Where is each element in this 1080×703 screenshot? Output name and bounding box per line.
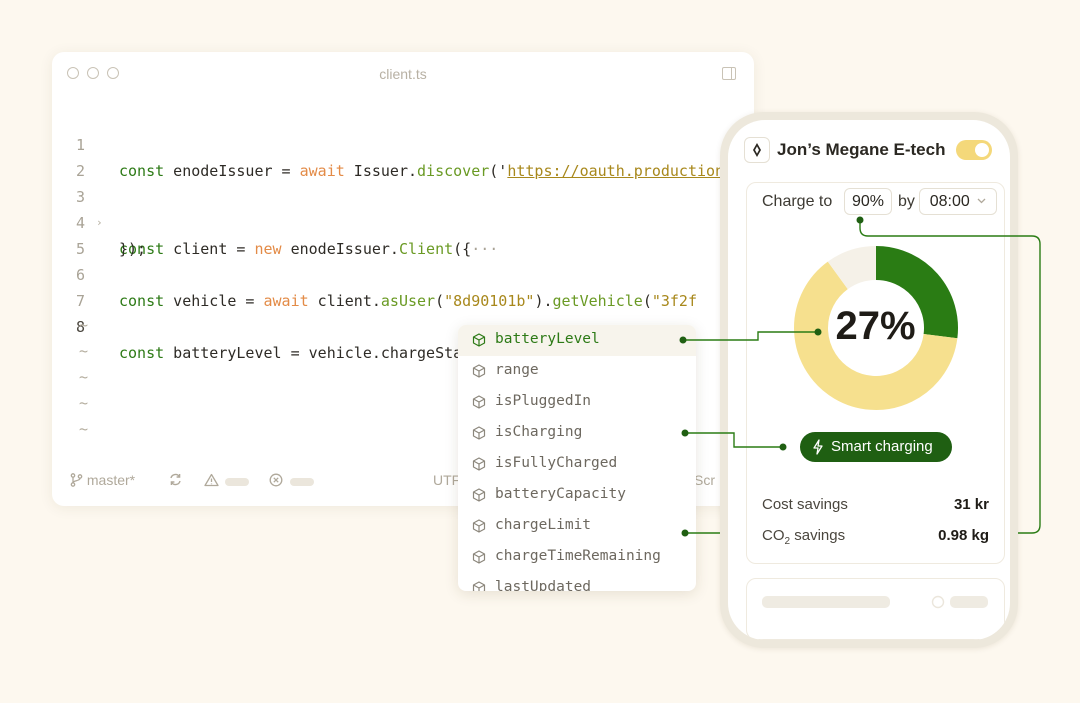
time-select[interactable]: 08:00 — [919, 188, 997, 215]
code-line[interactable]: 2 — [52, 132, 754, 180]
language-mode-status[interactable]: Scr — [694, 472, 715, 488]
warning-count-placeholder — [225, 478, 249, 486]
charge-target-field[interactable]: 90% — [844, 188, 892, 215]
charge-target-value: 90% — [851, 193, 885, 210]
error-icon[interactable] — [269, 472, 283, 488]
error-count-placeholder — [290, 478, 314, 486]
placeholder-card — [746, 578, 1005, 640]
property-cube-icon — [472, 457, 486, 471]
code-line[interactable]: 7 — [52, 262, 754, 310]
property-cube-icon — [472, 395, 486, 409]
autocomplete-item-label: isPluggedIn — [495, 393, 592, 409]
donut-remaining-arc — [827, 246, 877, 290]
phone-screen: Jon’s Megane E-tech Charge to 90% by 08:… — [728, 120, 1010, 640]
autocomplete-item-label: range — [495, 362, 539, 378]
smart-charging-button[interactable]: Smart charging — [800, 432, 952, 462]
code-line[interactable]: 1 const enodeIssuer = await Issuer.disco… — [52, 106, 754, 180]
autocomplete-item-label: isCharging — [495, 424, 583, 440]
autocomplete-item-label: chargeTimeRemaining — [495, 548, 661, 564]
autocomplete-item[interactable]: batteryCapacity — [458, 480, 696, 511]
property-cube-icon — [472, 519, 486, 533]
empty-line-marker: ~ — [79, 368, 89, 386]
autocomplete-item[interactable]: isFullyCharged — [458, 449, 696, 480]
co2-savings-label: CO2 savings — [762, 527, 846, 547]
autocomplete-item-label: batteryCapacity — [495, 486, 626, 502]
autocomplete-item[interactable]: chargeTimeRemaining — [458, 542, 696, 573]
autocomplete-item[interactable]: lastUpdated — [458, 573, 696, 591]
property-cube-icon — [472, 488, 486, 502]
cost-savings-value: 31 kr — [953, 496, 989, 513]
warning-icon[interactable] — [204, 472, 219, 488]
autocomplete-item-label: lastUpdated — [495, 579, 592, 591]
autocomplete-item-label: chargeLimit — [495, 517, 592, 533]
vehicle-name: Jon’s Megane E-tech — [777, 140, 946, 159]
lightning-icon — [813, 439, 823, 455]
sidebar-toggle-icon[interactable] — [722, 67, 736, 80]
charge-percentage: 27% — [835, 304, 916, 348]
property-cube-icon — [472, 550, 486, 564]
git-branch-status[interactable]: master* — [70, 472, 135, 488]
empty-line-marker: ~ — [79, 316, 89, 334]
renault-logo-icon — [753, 143, 761, 157]
autocomplete-dropdown: batteryLevel range isPluggedIn isChargin… — [458, 325, 696, 591]
encoding-status[interactable]: UTF — [433, 472, 460, 488]
property-cube-icon — [472, 581, 486, 591]
empty-line-marker: ~ — [79, 394, 89, 412]
editor-titlebar: client.ts — [52, 52, 754, 96]
empty-line-marker: ~ — [79, 420, 89, 438]
code-line[interactable]: 5 — [52, 210, 754, 258]
sync-icon[interactable] — [168, 472, 183, 488]
empty-line-marker: ~ — [79, 342, 89, 360]
autocomplete-item-label: isFullyCharged — [495, 455, 618, 471]
charge-card: Charge to 90% by 08:00 27% Smart chargin… — [746, 182, 1005, 564]
autocomplete-item[interactable]: range — [458, 356, 696, 387]
placeholder-icon — [931, 595, 945, 609]
code-line[interactable]: 3 › const client = new enodeIssuer.Clien… — [52, 158, 754, 258]
property-cube-icon — [472, 364, 486, 378]
car-brand-logo — [744, 137, 770, 163]
autocomplete-item[interactable]: chargeLimit — [458, 511, 696, 542]
property-cube-icon — [472, 426, 486, 440]
code-line-active[interactable]: 8 const batteryLevel = vehicle.chargeSta… — [52, 288, 754, 362]
autocomplete-item-label: batteryLevel — [495, 331, 600, 347]
git-branch-icon — [70, 473, 83, 487]
code-line[interactable]: 6 const vehicle = await client.asUser("8… — [52, 236, 754, 310]
vehicle-toggle[interactable] — [956, 140, 992, 160]
time-value: 08:00 — [929, 193, 970, 210]
placeholder-bar — [950, 596, 988, 608]
editor-filename: client.ts — [379, 66, 427, 82]
autocomplete-item[interactable]: isCharging — [458, 418, 696, 449]
by-label: by — [898, 193, 915, 210]
charge-to-label: Charge to — [762, 193, 833, 210]
property-cube-icon — [472, 333, 486, 347]
placeholder-bar — [762, 596, 890, 608]
phone-mockup: Jon’s Megane E-tech Charge to 90% by 08:… — [720, 112, 1018, 648]
smart-charging-label: Smart charging — [831, 438, 933, 455]
autocomplete-item[interactable]: isPluggedIn — [458, 387, 696, 418]
cost-savings-label: Cost savings — [762, 496, 848, 513]
autocomplete-item[interactable]: batteryLevel — [458, 325, 696, 356]
git-branch-label: master* — [86, 472, 136, 488]
toggle-knob — [975, 143, 989, 157]
code-line[interactable]: 4 }); — [52, 184, 754, 258]
chevron-down-icon — [977, 198, 986, 204]
co2-savings-value: 0.98 kg — [938, 527, 989, 544]
